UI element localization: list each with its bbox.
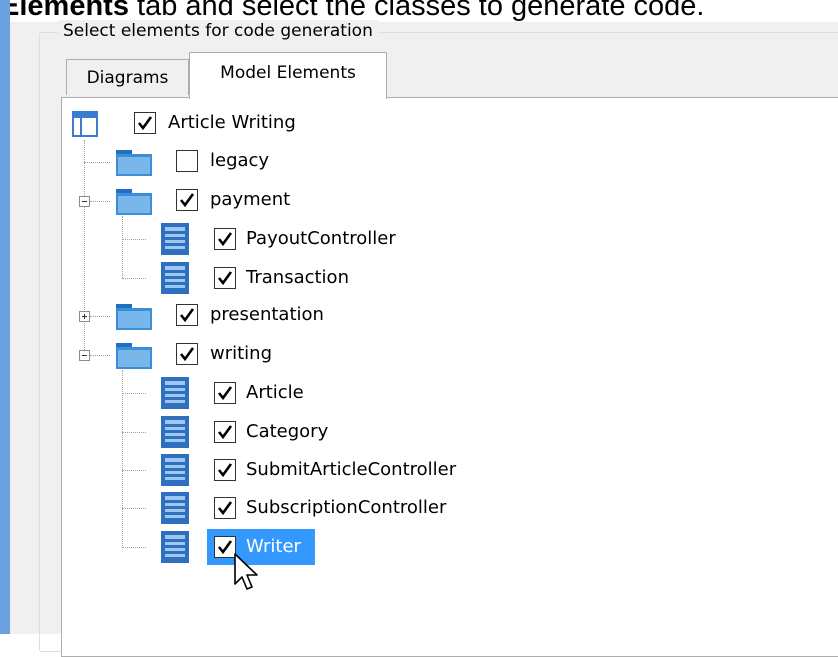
checkbox-legacy[interactable] bbox=[176, 150, 198, 172]
tree-line bbox=[122, 370, 123, 548]
check-icon bbox=[179, 308, 195, 323]
tree-line bbox=[90, 355, 110, 356]
check-icon bbox=[217, 501, 233, 516]
tree-node-legacy[interactable]: legacy bbox=[110, 145, 310, 179]
check-icon bbox=[217, 463, 233, 478]
checkbox-payment[interactable] bbox=[176, 189, 198, 211]
tree-node-transaction[interactable]: Transaction bbox=[146, 261, 406, 295]
tree-node-label: Category bbox=[246, 421, 329, 442]
tree-node-presentation[interactable]: presentation bbox=[110, 299, 370, 333]
tree-line bbox=[122, 470, 146, 471]
collapse-toggle-payment[interactable] bbox=[79, 196, 90, 207]
tree-line bbox=[122, 393, 146, 394]
tree-line bbox=[90, 316, 110, 317]
package-folder-icon bbox=[114, 187, 154, 217]
tree-content: Article Writing legacy payment PayoutCon… bbox=[0, 0, 838, 634]
checkbox-presentation[interactable] bbox=[176, 304, 198, 326]
tree-node-label: PayoutController bbox=[246, 228, 396, 249]
checkbox-article[interactable] bbox=[214, 382, 236, 404]
tree-line bbox=[122, 216, 123, 278]
check-icon bbox=[179, 193, 195, 208]
checkbox-article-writing[interactable] bbox=[134, 112, 156, 134]
check-icon bbox=[217, 386, 233, 401]
checkbox-submitarticlecontroller[interactable] bbox=[214, 459, 236, 481]
tree-line bbox=[122, 278, 146, 279]
class-icon bbox=[160, 491, 190, 525]
check-icon bbox=[217, 540, 233, 555]
tree-line bbox=[122, 508, 146, 509]
tree-node-payoutcontroller[interactable]: PayoutController bbox=[146, 222, 466, 256]
tree-line bbox=[84, 162, 110, 163]
expand-toggle-presentation[interactable] bbox=[79, 311, 90, 322]
class-icon bbox=[160, 222, 190, 256]
checkbox-payoutcontroller[interactable] bbox=[214, 228, 236, 250]
class-icon bbox=[160, 453, 190, 487]
package-folder-icon bbox=[114, 341, 154, 371]
mouse-pointer-icon bbox=[233, 552, 261, 598]
tree-node-label: Transaction bbox=[246, 267, 349, 288]
tree-node-label: legacy bbox=[210, 150, 270, 171]
model-icon bbox=[72, 111, 98, 137]
tree-line bbox=[90, 201, 110, 202]
tree-line bbox=[84, 140, 85, 358]
tree-node-label: SubmitArticleController bbox=[246, 459, 457, 480]
check-icon bbox=[179, 347, 195, 362]
class-icon bbox=[160, 261, 190, 295]
tree-node-label: Article Writing bbox=[168, 112, 296, 133]
collapse-toggle-writing[interactable] bbox=[79, 350, 90, 361]
class-icon bbox=[160, 376, 190, 410]
checkbox-category[interactable] bbox=[214, 421, 236, 443]
tree-node-article[interactable]: Article bbox=[146, 376, 366, 410]
check-icon bbox=[217, 271, 233, 286]
tree-line bbox=[122, 547, 146, 548]
tree-line bbox=[122, 432, 146, 433]
tree-node-label: Article bbox=[246, 382, 304, 403]
check-icon bbox=[137, 116, 153, 131]
checkbox-subscriptioncontroller[interactable] bbox=[214, 497, 236, 519]
tree-node-writing[interactable]: writing bbox=[110, 338, 330, 372]
tree-node-subscriptioncontroller[interactable]: SubscriptionController bbox=[146, 491, 506, 525]
tree-node-label: presentation bbox=[210, 304, 324, 325]
tree-node-root[interactable]: Article Writing bbox=[72, 107, 332, 141]
class-icon bbox=[160, 415, 190, 449]
package-folder-icon bbox=[114, 302, 154, 332]
tree-node-payment[interactable]: payment bbox=[110, 184, 330, 218]
tree-node-label: payment bbox=[210, 189, 291, 210]
tree-node-submitarticlecontroller[interactable]: SubmitArticleController bbox=[146, 453, 506, 487]
check-icon bbox=[217, 425, 233, 440]
check-icon bbox=[217, 232, 233, 247]
class-icon bbox=[160, 530, 190, 564]
tree-node-label: SubscriptionController bbox=[246, 497, 447, 518]
package-folder-icon bbox=[114, 148, 154, 178]
tree-node-label: writing bbox=[210, 343, 273, 364]
tree-node-category[interactable]: Category bbox=[146, 415, 386, 449]
checkbox-writing[interactable] bbox=[176, 343, 198, 365]
tree-line bbox=[122, 239, 146, 240]
checkbox-transaction[interactable] bbox=[214, 267, 236, 289]
